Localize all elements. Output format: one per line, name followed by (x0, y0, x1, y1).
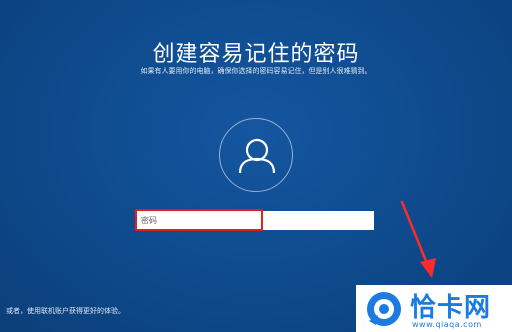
user-avatar-icon (219, 118, 293, 192)
password-input[interactable] (138, 213, 372, 228)
page-title: 创建容易记住的密码 (152, 42, 360, 67)
oobe-screen: 创建容易记住的密码 如果有人要用你的电脑，确保你选择的密码容易记住，但是别人很难… (0, 0, 512, 332)
password-field-container (136, 211, 374, 230)
page-subtitle: 如果有人要用你的电脑，确保你选择的密码容易记住，但是别人很难猜到。 (140, 67, 372, 75)
red-arrow-icon (400, 200, 436, 278)
watermark-url: www.qiaqa.com (412, 320, 482, 329)
watermark: 恰卡网 www.qiaqa.com (356, 285, 512, 332)
online-account-link[interactable]: 或者，使用联机账户获得更好的体验。 (6, 306, 125, 316)
watermark-logo-icon (367, 292, 401, 326)
watermark-name: 恰卡网 (410, 293, 492, 323)
